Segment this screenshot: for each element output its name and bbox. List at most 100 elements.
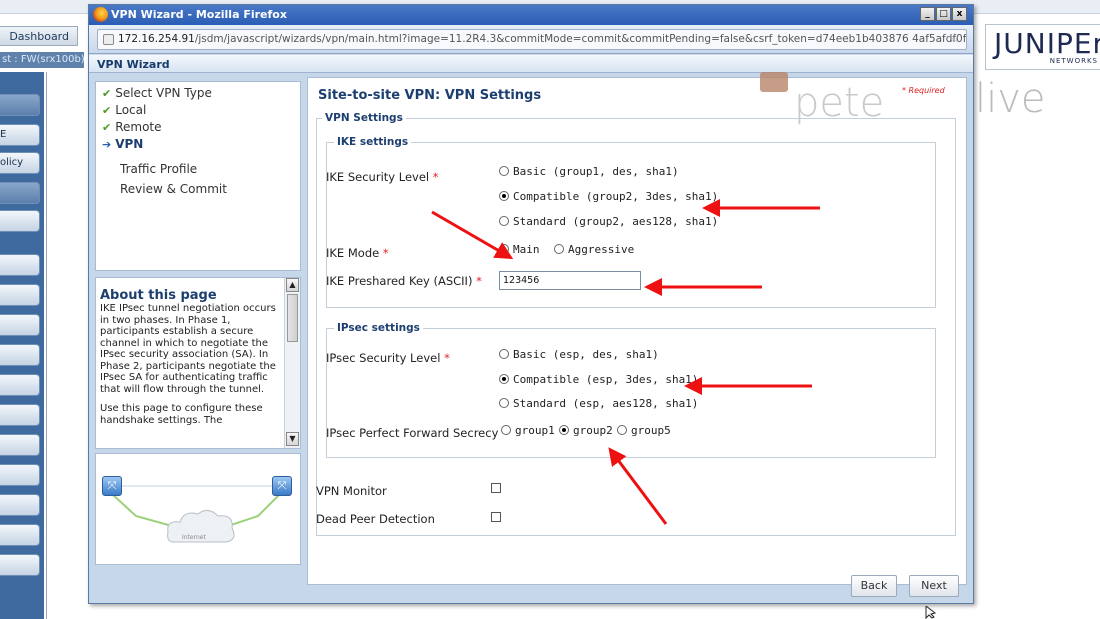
radio-icon [499,166,509,176]
step-local[interactable]: ✔ Local [102,103,146,119]
sidebar-button[interactable] [0,524,40,546]
about-scrollbar[interactable]: ▲ ▼ [284,278,300,448]
ipsec-level-standard-radio[interactable]: Standard (esp, aes128, sha1) [499,397,698,410]
ike-settings-legend: IKE settings [334,136,412,148]
wizard-header: VPN Wizard [89,55,973,73]
sidebar-button[interactable] [0,434,40,456]
check-icon: ✔ [102,104,112,117]
vpn-settings-legend: VPN Settings [322,112,406,124]
background-sidebar: E olicy [0,72,44,619]
wizard-steps-panel: ✔ Select VPN Type ✔ Local ✔ Remote ➔ VPN Tra… [95,81,301,271]
internet-cloud-label: Internet [182,534,206,541]
arrow-right-icon: ➔ [102,138,112,151]
vpn-settings-panel: pete Site-to-site VPN: VPN Settings * Re… [307,72,967,585]
dpd-checkbox[interactable] [491,512,501,522]
topology-diagram: ⤧ ⤧ Internet [95,453,301,565]
logo-text: JUNIPEr [994,27,1100,60]
ike-mode-main-radio[interactable]: Main [499,243,540,256]
step-remote[interactable]: ✔ Remote [102,120,162,136]
radio-icon [554,244,564,254]
about-title: About this page [100,288,217,303]
back-button[interactable]: Back [851,575,897,597]
about-text: IKE IPsec tunnel negotiation occurs in t… [100,303,280,434]
ike-level-compatible-radio[interactable]: Compatible (group2, 3des, sha1) [499,190,718,203]
step-select-vpn-type[interactable]: ✔ Select VPN Type [102,86,212,102]
ike-level-standard-radio[interactable]: Standard (group2, aes128, sha1) [499,215,718,228]
ike-mode-aggressive-radio[interactable]: Aggressive [554,243,634,256]
pfs-group5-radio[interactable]: group5 [617,424,671,437]
check-icon: ✔ [102,87,112,100]
check-icon: ✔ [102,121,112,134]
firefox-window: VPN Wizard - Mozilla Firefox _ □ x 172.1… [88,4,974,604]
about-paragraph: Use this page to configure these handsha… [100,403,263,426]
scroll-down-icon[interactable]: ▼ [286,432,299,446]
about-panel: About this page IKE IPsec tunnel negotia… [95,277,301,449]
puzzle-icon [760,72,788,92]
radio-icon [617,425,627,435]
radio-selected-icon [499,191,509,201]
url-path: /jsdm/javascript/wizards/vpn/main.html?i… [194,33,967,45]
dpd-label: Dead Peer Detection [316,512,435,526]
dashboard-tab[interactable]: Dashboard [0,26,78,46]
page-title: Site-to-site VPN: VPN Settings [318,88,542,103]
ike-psk-input[interactable]: 123456 [499,271,641,290]
device-host-label: st : FW(srx100b) [0,52,84,68]
background-watermark: live [975,76,1046,122]
sidebar-button[interactable] [0,404,40,426]
ike-security-level-label: IKE Security Level * [326,170,439,184]
step-label: Select VPN Type [115,86,212,100]
sidebar-button[interactable]: olicy [0,152,40,174]
close-button[interactable]: x [952,7,967,21]
sidebar-button[interactable] [0,284,40,306]
step-traffic-profile: Traffic Profile [120,162,198,176]
about-paragraph: IKE IPsec tunnel negotiation occurs in t… [100,303,276,395]
ike-level-basic-radio[interactable]: Basic (group1, des, sha1) [499,165,679,178]
ike-psk-label: IKE Preshared Key (ASCII) * [326,274,482,288]
site-identity-icon [103,34,114,45]
ipsec-pfs-label: IPsec Perfect Forward Secrecy * [326,426,508,440]
minimize-button[interactable]: _ [920,7,935,21]
sidebar-button[interactable] [0,344,40,366]
topology-lines [111,485,281,543]
scroll-thumb[interactable] [287,294,298,342]
sidebar-button[interactable] [0,554,40,576]
ipsec-settings-legend: IPsec settings [334,322,423,334]
sidebar-button[interactable] [0,464,40,486]
window-title: VPN Wizard - Mozilla Firefox [111,8,287,21]
window-titlebar[interactable]: VPN Wizard - Mozilla Firefox _ □ x [89,5,973,25]
router-icon: ⤧ [102,476,122,496]
url-host: 172.16.254.91 [118,33,195,45]
vpn-monitor-checkbox[interactable] [491,483,501,493]
ipsec-pfs-group: group1 group2 group5 [501,424,701,438]
maximize-button[interactable]: □ [936,7,951,21]
sidebar-button[interactable] [0,494,40,516]
sidebar-button[interactable] [0,374,40,396]
radio-icon [501,425,511,435]
ike-mode-label: IKE Mode * [326,246,389,260]
router-icon: ⤧ [272,476,292,496]
ipsec-security-level-label: IPsec Security Level * [326,351,450,365]
step-label: VPN [115,137,144,151]
bookmark-star-icon[interactable]: ☆ [948,31,960,46]
step-label: Local [115,103,147,117]
radio-selected-icon [499,374,509,384]
step-label: Remote [115,120,162,134]
sidebar-button[interactable] [0,210,40,232]
ipsec-level-basic-radio[interactable]: Basic (esp, des, sha1) [499,348,659,361]
address-field[interactable]: 172.16.254.91/jsdm/javascript/wizards/vp… [97,29,967,50]
ipsec-level-compatible-radio[interactable]: Compatible (esp, 3des, sha1) [499,373,698,386]
sidebar-button[interactable]: E [0,124,40,146]
sidebar-button[interactable] [0,94,40,116]
vpn-monitor-label: VPN Monitor [316,484,387,498]
radio-icon [499,349,509,359]
required-note: * Required [902,86,945,95]
firefox-logo-icon [93,7,108,22]
sidebar-button[interactable] [0,314,40,336]
sidebar-button[interactable] [0,182,40,204]
pfs-group1-radio[interactable]: group1 [501,424,555,437]
sidebar-button[interactable] [0,254,40,276]
pfs-group2-radio[interactable]: group2 [559,424,613,437]
scroll-up-icon[interactable]: ▲ [286,278,299,292]
next-button[interactable]: Next [909,575,959,597]
step-vpn[interactable]: ➔ VPN [102,137,143,153]
